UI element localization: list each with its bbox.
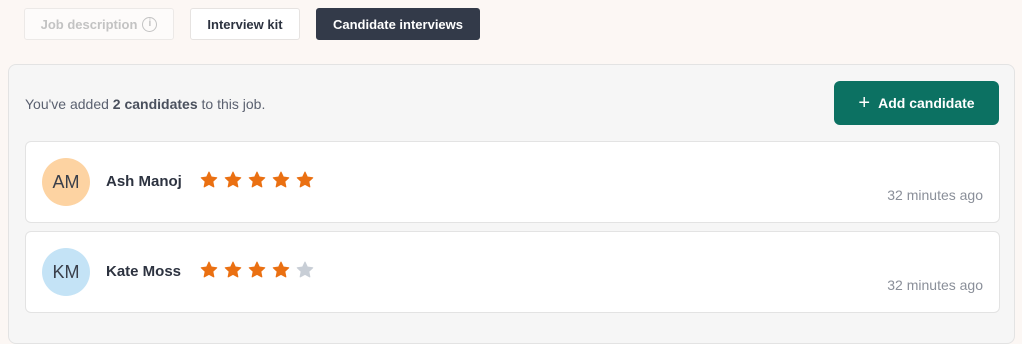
star-filled-icon[interactable] bbox=[272, 171, 290, 189]
summary-suffix: to this job. bbox=[197, 96, 266, 112]
summary-prefix: You've added bbox=[25, 96, 113, 112]
add-candidate-button[interactable]: + Add candidate bbox=[834, 81, 999, 125]
star-filled-icon[interactable] bbox=[200, 171, 218, 189]
star-filled-icon[interactable] bbox=[224, 261, 242, 279]
candidate-name[interactable]: Ash Manoj bbox=[106, 173, 182, 190]
star-filled-icon[interactable] bbox=[248, 171, 266, 189]
star-filled-icon[interactable] bbox=[224, 171, 242, 189]
tab-job-description-label: Job description bbox=[40, 16, 138, 32]
added-time: 32 minutes ago bbox=[887, 187, 983, 203]
added-time: 32 minutes ago bbox=[887, 277, 983, 293]
tab-job-description[interactable]: Job description i bbox=[24, 8, 174, 40]
summary-count: 2 candidates bbox=[112, 96, 198, 112]
star-filled-icon[interactable] bbox=[296, 171, 314, 189]
add-candidate-label: Add candidate bbox=[878, 95, 975, 111]
tab-candidate-interviews-label: Candidate interviews bbox=[332, 16, 464, 32]
avatar: AM bbox=[42, 158, 90, 206]
star-rating[interactable] bbox=[200, 261, 320, 279]
tab-candidate-interviews[interactable]: Candidate interviews bbox=[316, 8, 480, 40]
tab-bar: Job description i Interview kit Candidat… bbox=[24, 8, 480, 40]
star-empty-icon[interactable] bbox=[296, 261, 314, 279]
candidate-card[interactable]: KM Kate Moss 32 minutes ago bbox=[25, 231, 1000, 313]
candidate-name[interactable]: Kate Moss bbox=[106, 263, 181, 280]
star-filled-icon[interactable] bbox=[272, 261, 290, 279]
star-rating[interactable] bbox=[200, 171, 320, 189]
star-filled-icon[interactable] bbox=[248, 261, 266, 279]
candidate-card[interactable]: AM Ash Manoj 32 minutes ago bbox=[25, 141, 1000, 223]
candidates-summary: You've added 2 candidates to this job. bbox=[25, 96, 265, 112]
tab-interview-kit[interactable]: Interview kit bbox=[190, 8, 300, 40]
plus-icon: + bbox=[858, 92, 871, 114]
tab-interview-kit-label: Interview kit bbox=[207, 16, 283, 32]
star-filled-icon[interactable] bbox=[200, 261, 218, 279]
avatar: KM bbox=[42, 248, 90, 296]
candidates-panel: You've added 2 candidates to this job. +… bbox=[8, 64, 1015, 344]
info-icon: i bbox=[142, 16, 158, 32]
